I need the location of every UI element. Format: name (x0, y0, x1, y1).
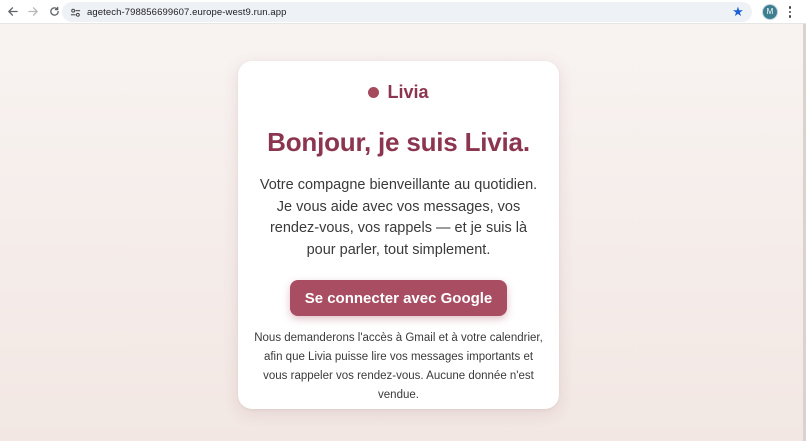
url-text[interactable]: agetech-798856699607.europe-west9.run.ap… (87, 7, 287, 18)
brand-dot-icon (368, 86, 380, 98)
page-background: Livia Bonjour, je suis Livia. Votre comp… (0, 24, 803, 441)
forward-arrow-icon[interactable] (24, 3, 42, 21)
tune-icon[interactable] (66, 3, 84, 21)
intro-text: Votre compagne bienveillante au quotidie… (259, 177, 538, 258)
login-card: Livia Bonjour, je suis Livia. Votre comp… (238, 61, 559, 409)
address-bar[interactable]: agetech-798856699607.europe-west9.run.ap… (62, 2, 752, 22)
back-arrow-icon[interactable] (3, 3, 21, 21)
reload-icon[interactable] (45, 3, 63, 21)
page-title: Bonjour, je suis Livia. (267, 127, 530, 157)
kebab-menu-icon[interactable] (783, 3, 797, 21)
brand-name: Livia (387, 81, 429, 102)
star-icon[interactable]: ★ (730, 4, 746, 20)
brand: Livia (238, 81, 559, 103)
google-sign-in-button[interactable]: Se connecter avec Google (290, 280, 507, 316)
privacy-disclaimer: Nous demanderons l'accès à Gmail et à vo… (254, 332, 543, 401)
browser-toolbar: agetech-798856699607.europe-west9.run.ap… (0, 0, 806, 24)
profile-avatar[interactable]: M (763, 5, 777, 19)
